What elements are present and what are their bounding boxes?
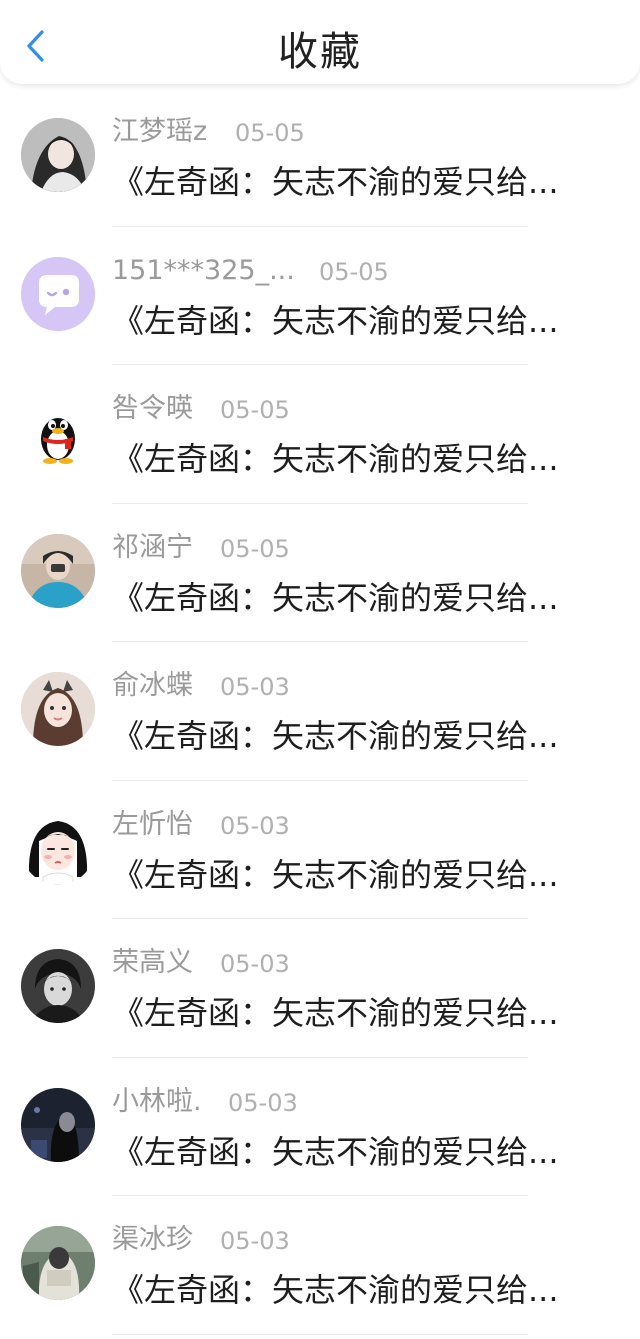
list-item[interactable]: 祁涵宁 05-05 《左奇函：矢志不渝的爱只给...	[0, 504, 640, 642]
list-item[interactable]: 渠冰珍 05-03 《左奇函：矢志不渝的爱只给...	[0, 1196, 640, 1335]
list-item[interactable]: 江梦瑶z 05-05 《左奇函：矢志不渝的爱只给...	[0, 88, 640, 227]
avatar[interactable]	[21, 949, 95, 1023]
list-item[interactable]: 咎令暎 05-05 《左奇函：矢志不渝的爱只给...	[0, 365, 640, 504]
list-item[interactable]: 小林啦. 05-03 《左奇函：矢志不渝的爱只给...	[0, 1058, 640, 1196]
avatar[interactable]	[21, 1226, 95, 1300]
sender-name: 左忻怡	[112, 808, 193, 840]
timestamp: 05-03	[220, 811, 290, 840]
timestamp: 05-05	[220, 534, 290, 563]
timestamp: 05-05	[235, 119, 305, 147]
favorites-screen: 收藏 江梦瑶z 05-05 《左奇函：矢志不渝的爱只给... 151***325…	[0, 0, 640, 1339]
message-preview: 《左奇函：矢志不渝的爱只给...	[112, 163, 559, 201]
avatar[interactable]	[21, 256, 95, 331]
sender-name: 江梦瑶z	[112, 116, 208, 147]
divider	[112, 1333, 528, 1335]
list-item[interactable]: 荣高义 05-03 《左奇函：矢志不渝的爱只给...	[0, 919, 640, 1058]
message-preview: 《左奇函：矢志不渝的爱只给...	[112, 717, 559, 755]
list-item[interactable]: 左忻怡 05-03 《左奇函：矢志不渝的爱只给...	[0, 781, 640, 919]
page-title: 收藏	[278, 29, 362, 75]
timestamp: 05-05	[319, 257, 389, 286]
list-item[interactable]: 俞冰蝶 05-03 《左奇函：矢志不渝的爱只给...	[0, 642, 640, 781]
timestamp: 05-03	[228, 1088, 298, 1117]
avatar[interactable]	[21, 1087, 95, 1162]
message-preview: 《左奇函：矢志不渝的爱只给...	[112, 440, 559, 478]
message-preview: 《左奇函：矢志不渝的爱只给...	[112, 994, 559, 1032]
timestamp: 05-03	[220, 673, 290, 701]
favorites-list: 江梦瑶z 05-05 《左奇函：矢志不渝的爱只给... 151***325_..…	[0, 88, 640, 1335]
avatar[interactable]	[21, 533, 95, 608]
sender-name: 荣高义	[112, 947, 193, 978]
message-preview: 《左奇函：矢志不渝的爱只给...	[112, 1132, 559, 1171]
timestamp: 05-03	[220, 1227, 290, 1255]
sender-name: 小林啦.	[112, 1085, 202, 1117]
header-bar: 收藏	[0, 0, 640, 84]
avatar[interactable]	[21, 810, 95, 885]
message-preview: 《左奇函：矢志不渝的爱只给...	[112, 301, 559, 340]
sender-name: 祁涵宁	[112, 531, 193, 563]
list-item[interactable]: 151***325_... 05-05 《左奇函：矢志不渝的爱只给...	[0, 227, 640, 365]
avatar[interactable]	[21, 118, 95, 192]
avatar[interactable]	[21, 672, 95, 746]
message-preview: 《左奇函：矢志不渝的爱只给...	[112, 578, 559, 617]
sender-name: 151***325_...	[112, 254, 295, 286]
message-preview: 《左奇函：矢志不渝的爱只给...	[112, 855, 559, 894]
timestamp: 05-05	[220, 396, 290, 424]
sender-name: 咎令暎	[112, 393, 193, 424]
sender-name: 俞冰蝶	[112, 670, 193, 701]
timestamp: 05-03	[220, 950, 290, 978]
sender-name: 渠冰珍	[112, 1224, 193, 1255]
message-preview: 《左奇函：矢志不渝的爱只给...	[112, 1271, 559, 1309]
avatar[interactable]	[21, 395, 95, 469]
